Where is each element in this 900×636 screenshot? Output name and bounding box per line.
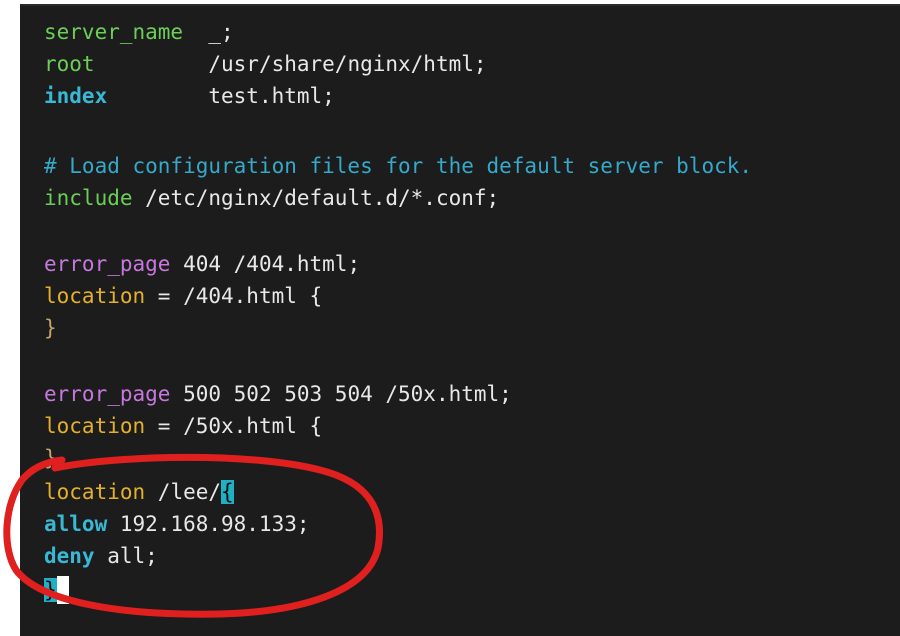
code-line-comment: # Load configuration files for the defau… bbox=[44, 150, 752, 182]
code-editor[interactable]: server_name _; root /usr/share/nginx/htm… bbox=[20, 4, 900, 636]
code-line-location-lee: location /lee/{ bbox=[44, 476, 234, 508]
directive-deny: deny bbox=[44, 544, 95, 568]
allow-value: 192.168.98.133; bbox=[107, 512, 310, 536]
code-line-location-404: location = /404.html { bbox=[44, 280, 322, 312]
code-line-allow: allow 192.168.98.133; bbox=[44, 508, 310, 540]
directive-error-page: error_page bbox=[44, 382, 171, 406]
config-comment: # Load configuration files for the defau… bbox=[44, 154, 753, 178]
code-line-error-page-404: error_page 404 /404.html; bbox=[44, 248, 360, 280]
directive-include: include bbox=[44, 186, 133, 210]
index-value: test.html; bbox=[208, 84, 335, 108]
text-cursor[interactable] bbox=[56, 576, 69, 604]
directive-server-name: server_name bbox=[44, 20, 184, 44]
location-50x-value: = /50x.html { bbox=[145, 414, 323, 438]
screenshot-frame: server_name _; root /usr/share/nginx/htm… bbox=[0, 0, 900, 636]
code-line-close-brace-50x: } bbox=[44, 442, 57, 474]
code-line-close-brace-404: } bbox=[44, 312, 57, 344]
location-lee-value: /lee/ bbox=[145, 480, 222, 504]
code-line-root: root /usr/share/nginx/html; bbox=[44, 48, 487, 80]
deny-value: all; bbox=[94, 544, 158, 568]
directive-location: location bbox=[44, 414, 146, 438]
error-page-404-value: 404 /404.html; bbox=[170, 252, 361, 276]
directive-index: index bbox=[44, 84, 108, 108]
code-line-location-50x: location = /50x.html { bbox=[44, 410, 322, 442]
code-line-close-brace-lee: } bbox=[44, 574, 69, 606]
matched-open-brace: { bbox=[221, 480, 234, 504]
code-line-include: include /etc/nginx/default.d/*.conf; bbox=[44, 182, 499, 214]
closing-brace: } bbox=[44, 446, 57, 470]
directive-error-page: error_page bbox=[44, 252, 171, 276]
include-value: /etc/nginx/default.d/*.conf; bbox=[132, 186, 500, 210]
code-line-error-page-50x: error_page 500 502 503 504 /50x.html; bbox=[44, 378, 512, 410]
matched-close-brace: } bbox=[44, 578, 57, 602]
root-value: /usr/share/nginx/html; bbox=[208, 52, 487, 76]
directive-root: root bbox=[44, 52, 95, 76]
code-line-deny: deny all; bbox=[44, 540, 158, 572]
location-404-value: = /404.html { bbox=[145, 284, 323, 308]
server-name-value: _; bbox=[208, 20, 234, 44]
error-page-50x-value: 500 502 503 504 /50x.html; bbox=[170, 382, 512, 406]
code-line-server-name: server_name _; bbox=[44, 16, 234, 48]
directive-location: location bbox=[44, 284, 146, 308]
closing-brace: } bbox=[44, 316, 57, 340]
directive-location: location bbox=[44, 480, 146, 504]
directive-allow: allow bbox=[44, 512, 108, 536]
code-line-index: index test.html; bbox=[44, 80, 335, 112]
